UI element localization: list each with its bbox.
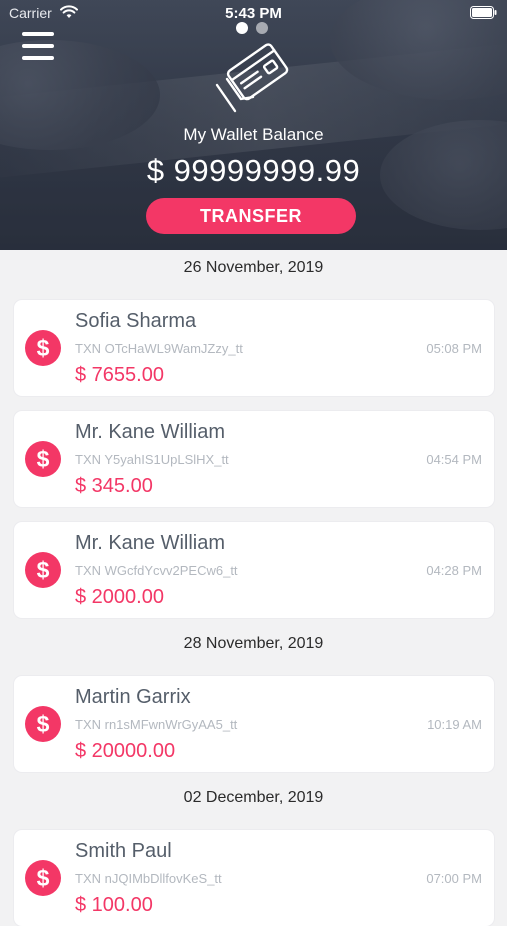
dollar-icon: $ <box>25 706 61 742</box>
transaction-name: Mr. Kane William <box>75 532 226 554</box>
transaction-name: Smith Paul <box>75 840 172 862</box>
dollar-icon: $ <box>25 441 61 477</box>
transaction-time: 07:00 PM <box>426 871 482 886</box>
transaction-card[interactable]: $ Martin Garrix TXN rn1sMFwnWrGyAA5_tt $… <box>14 676 494 772</box>
date-header: 26 November, 2019 <box>183 259 324 276</box>
transaction-amount: $ 7655.00 <box>75 364 164 386</box>
date-header: 28 November, 2019 <box>183 635 324 652</box>
transaction-name: Sofia Sharma <box>75 310 197 332</box>
transaction-card[interactable]: $ Mr. Kane William TXN Y5yahIS1UpLSlHX_t… <box>14 411 494 507</box>
transaction-name: Martin Garrix <box>75 686 191 708</box>
transaction-amount: $ 100.00 <box>75 894 153 916</box>
transaction-name: Mr. Kane William <box>75 421 226 443</box>
battery-icon <box>470 6 497 19</box>
page-dot-2[interactable] <box>256 22 268 34</box>
wallet-balance-label: My Wallet Balance <box>183 125 324 144</box>
transaction-amount: $ 20000.00 <box>75 740 176 762</box>
dollar-icon: $ <box>25 552 61 588</box>
transaction-time: 05:08 PM <box>426 341 482 356</box>
hamburger-menu-icon[interactable] <box>22 32 54 60</box>
wallet-balance-amount: $ 99999999.99 <box>146 153 361 188</box>
transaction-card[interactable]: $ Sofia Sharma TXN OTcHaWL9WamJZzy_tt $ … <box>14 300 494 396</box>
transaction-time: 04:28 PM <box>426 563 482 578</box>
credit-card-hand-icon <box>215 43 289 113</box>
transaction-id: TXN nJQIMbDllfovKeS_tt <box>75 871 222 886</box>
page-dot-1[interactable] <box>236 22 248 34</box>
transaction-id: TXN WGcfdYcvv2PECw6_tt <box>75 563 238 578</box>
wallet-header: Carrier 5:43 PM My Wallet Balance $ 9999… <box>0 0 507 250</box>
dollar-icon: $ <box>25 860 61 896</box>
transaction-card[interactable]: $ Smith Paul TXN nJQIMbDllfovKeS_tt $ 10… <box>14 830 494 926</box>
dollar-icon: $ <box>25 330 61 366</box>
transaction-time: 10:19 AM <box>427 717 482 732</box>
transaction-amount: $ 2000.00 <box>75 586 164 608</box>
transaction-amount: $ 345.00 <box>75 475 153 497</box>
transaction-time: 04:54 PM <box>426 452 482 467</box>
status-time: 5:43 PM <box>225 5 282 22</box>
date-header: 02 December, 2019 <box>183 789 324 806</box>
page-indicator[interactable] <box>236 22 268 34</box>
transfer-button[interactable]: TRANSFER <box>146 198 356 234</box>
transaction-card[interactable]: $ Mr. Kane William TXN WGcfdYcvv2PECw6_t… <box>14 522 494 618</box>
transaction-id: TXN rn1sMFwnWrGyAA5_tt <box>75 717 238 732</box>
transaction-id: TXN Y5yahIS1UpLSlHX_tt <box>75 452 229 467</box>
transaction-id: TXN OTcHaWL9WamJZzy_tt <box>75 341 243 356</box>
